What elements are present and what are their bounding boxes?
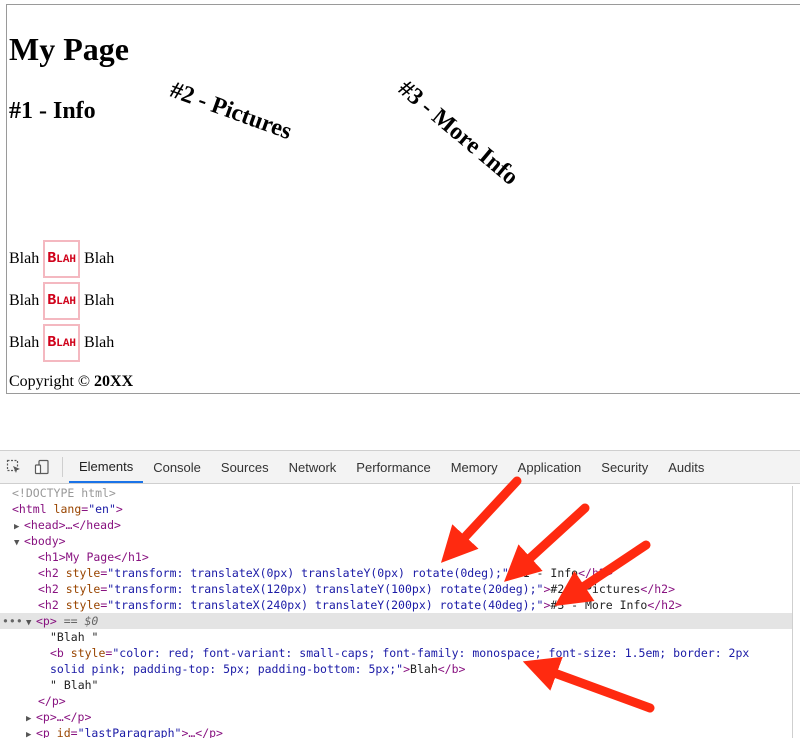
- copyright-footer: Copyright © 20XX: [9, 372, 133, 392]
- p-node-last-paragraph[interactable]: ▶ <p id="lastParagraph">…</p>: [0, 725, 800, 738]
- text-node[interactable]: " Blah": [0, 677, 800, 693]
- tab-application[interactable]: Application: [508, 451, 592, 483]
- device-toolbar-icon[interactable]: [28, 451, 56, 483]
- styles-pane-edge[interactable]: [792, 486, 800, 738]
- heading-pictures: #2 - Pictures: [166, 76, 296, 146]
- blah-text: Blah: [9, 250, 40, 267]
- tab-memory[interactable]: Memory: [441, 451, 508, 483]
- more-options-icon[interactable]: •••: [2, 613, 23, 629]
- blah-text: Blah: [84, 292, 115, 309]
- blah-paragraph: Blah Blah Blah: [9, 282, 114, 320]
- text-node[interactable]: "Blah ": [0, 629, 800, 645]
- blah-text: Blah: [84, 334, 115, 351]
- tab-network[interactable]: Network: [279, 451, 347, 483]
- tab-audits[interactable]: Audits: [658, 451, 714, 483]
- heading-more-info: #3 - More Info: [392, 75, 524, 191]
- head-node[interactable]: ▶ <head>…</head>: [0, 517, 800, 533]
- h2-node-pictures[interactable]: <h2 style="transform: translateX(120px) …: [0, 581, 800, 597]
- blah-paragraph: Blah Blah Blah: [9, 240, 114, 278]
- b-node-continued[interactable]: solid pink; padding-top: 5px; padding-bo…: [0, 661, 800, 677]
- tab-sources[interactable]: Sources: [211, 451, 279, 483]
- tab-security[interactable]: Security: [591, 451, 658, 483]
- p-close-node[interactable]: </p>: [0, 693, 800, 709]
- copyright-label: Copyright ©: [9, 373, 91, 390]
- tab-performance[interactable]: Performance: [346, 451, 440, 483]
- page-viewport: My Page #1 - Info #2 - Pictures #3 - Mor…: [6, 4, 800, 394]
- blah-text: Blah: [84, 250, 115, 267]
- copyright-year: 20XX: [94, 373, 134, 390]
- page-title: My Page: [9, 31, 129, 67]
- tab-console[interactable]: Console: [143, 451, 211, 483]
- html-node[interactable]: <html lang="en">: [0, 501, 800, 517]
- h2-node-more-info[interactable]: <h2 style="transform: translateX(240px) …: [0, 597, 800, 613]
- inspect-element-icon[interactable]: [0, 451, 28, 483]
- h1-node[interactable]: <h1>My Page</h1>: [0, 549, 800, 565]
- last-paragraph: Blah Blah Blah: [9, 324, 114, 362]
- blah-bold: Blah: [43, 324, 81, 362]
- p-node-selected[interactable]: ••• ▼ <p> == $0: [0, 613, 800, 629]
- toolbar-divider: [62, 457, 63, 477]
- expand-triangle-icon[interactable]: ▶: [26, 727, 36, 738]
- dom-tree: <!DOCTYPE html> <html lang="en"> ▶ <head>…: [0, 485, 800, 738]
- blah-bold: Blah: [43, 282, 81, 320]
- p-node-collapsed[interactable]: ▶ <p>…</p>: [0, 709, 800, 725]
- b-node[interactable]: <b style="color: red; font-variant: smal…: [0, 645, 800, 661]
- doctype-node[interactable]: <!DOCTYPE html>: [0, 485, 800, 501]
- blah-text: Blah: [9, 334, 40, 351]
- h2-node-info[interactable]: <h2 style="transform: translateX(0px) tr…: [0, 565, 800, 581]
- devtools-panel: Elements Console Sources Network Perform…: [0, 450, 800, 738]
- devtools-tab-bar: Elements Console Sources Network Perform…: [0, 450, 800, 484]
- blah-text: Blah: [9, 292, 40, 309]
- blah-bold: Blah: [43, 240, 81, 278]
- body-node[interactable]: ▼ <body>: [0, 533, 800, 549]
- tab-elements[interactable]: Elements: [69, 451, 144, 483]
- heading-info: #1 - Info: [9, 98, 96, 124]
